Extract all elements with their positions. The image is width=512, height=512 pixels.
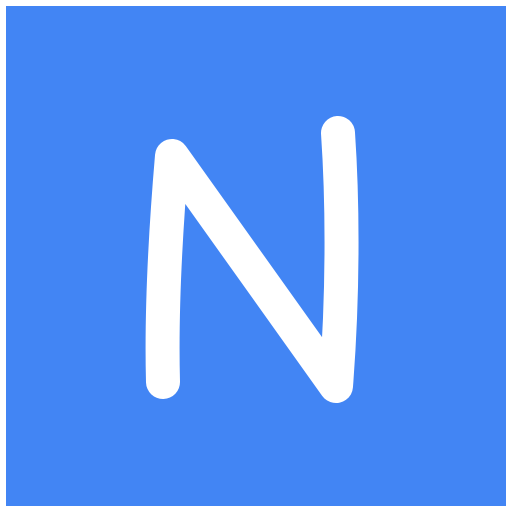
letter-n-app-icon	[6, 6, 506, 506]
app-icon-canvas	[0, 0, 512, 512]
app-icon-graphic	[6, 6, 506, 506]
